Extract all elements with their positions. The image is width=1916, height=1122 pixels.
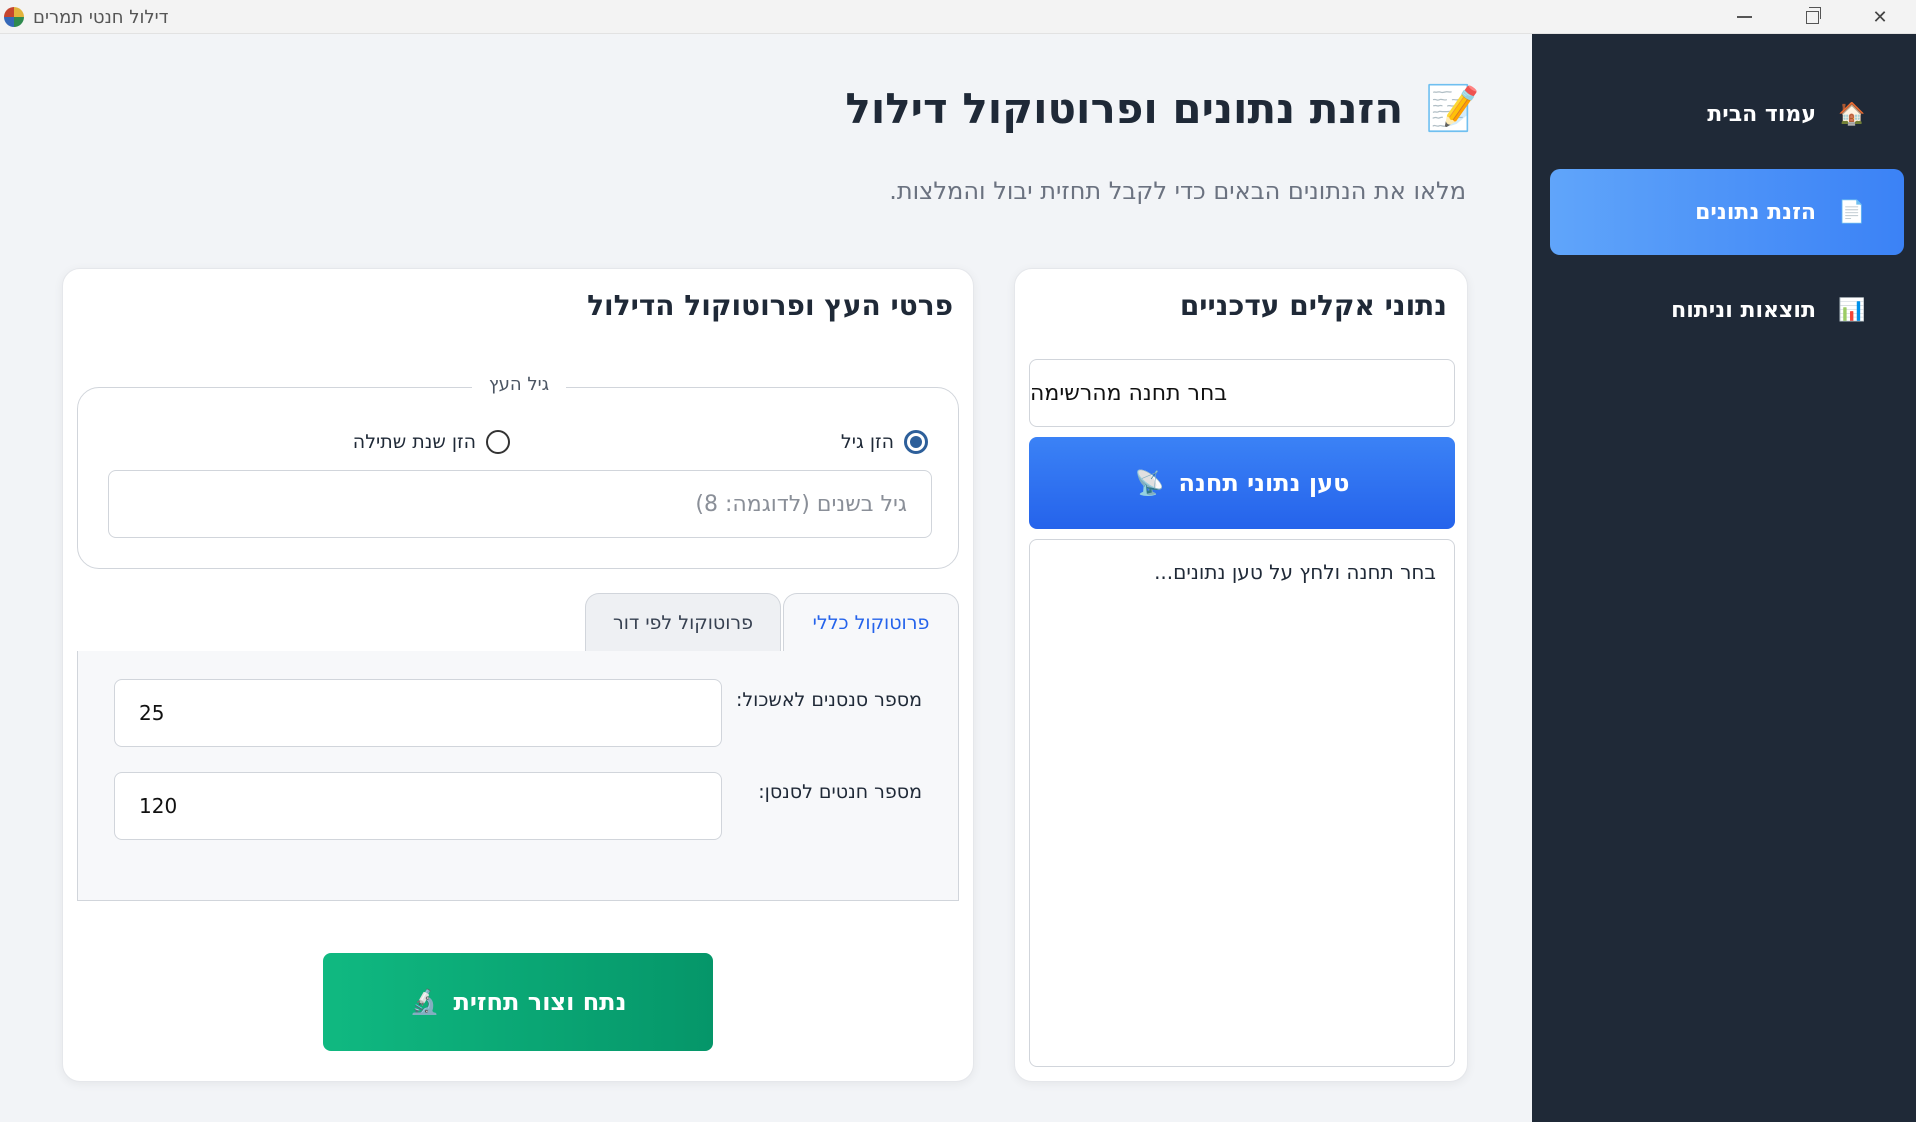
tab-label: פרוטוקול כללי xyxy=(812,611,930,634)
clusters-label: מספר סנסנים לאשכול: xyxy=(735,689,922,711)
microscope-icon: 🔬 xyxy=(409,988,440,1016)
analyze-button-label: נתח וצור תחזית xyxy=(453,988,627,1016)
house-icon: 🏠 xyxy=(1838,101,1866,127)
page-header: 📝 הזנת נתונים ופרוטוקול דילול xyxy=(845,82,1480,134)
radio-checked-icon xyxy=(904,430,928,454)
clusters-input[interactable] xyxy=(114,679,722,747)
load-button-label: טען נתוני תחנה xyxy=(1178,469,1350,497)
app-logo-icon xyxy=(4,7,24,27)
memo-icon: 📝 xyxy=(1425,83,1480,134)
climate-results-text: בחר תחנה ולחץ על טען נתונים... xyxy=(1154,560,1436,584)
tab-label: פרוטוקול לפי דור xyxy=(613,611,753,634)
maximize-button[interactable] xyxy=(1778,0,1846,34)
radio-label: הזן גיל xyxy=(840,431,894,453)
window-title: דילול חנטי תמרים xyxy=(33,7,169,28)
radio-enter-planting-year[interactable]: הזן שנת שתילה xyxy=(353,430,510,454)
tree-age-group: גיל העץ הזן גיל הזן שנת שתילה xyxy=(77,374,959,569)
restore-icon xyxy=(1805,6,1821,24)
tree-card: פרטי העץ ופרוטוקול הדילול גיל העץ הזן גי… xyxy=(62,268,974,1082)
page-title: הזנת נתונים ופרוטוקול דילול xyxy=(845,83,1404,133)
tree-age-legend: גיל העץ xyxy=(472,374,566,395)
bar-chart-icon: 📊 xyxy=(1838,297,1866,323)
satellite-icon: 📡 xyxy=(1134,469,1165,497)
sidebar-item-home[interactable]: עמוד הבית 🏠 xyxy=(1550,71,1904,157)
tree-card-title: פרטי העץ ופרוטוקול הדילול xyxy=(587,289,953,322)
minimize-icon xyxy=(1736,16,1752,18)
close-button[interactable]: ✕ xyxy=(1846,0,1914,34)
climate-card-title: נתוני אקלים עדכניים xyxy=(1179,289,1447,322)
radio-label: הזן שנת שתילה xyxy=(352,431,476,453)
sidebar-item-label: הזנת נתונים xyxy=(1695,199,1816,225)
tab-generation-protocol[interactable]: פרוטוקול לפי דור xyxy=(585,593,781,651)
fruits-input[interactable] xyxy=(114,772,722,840)
close-icon: ✕ xyxy=(1872,6,1888,28)
tab-general-protocol[interactable]: פרוטוקול כללי xyxy=(783,593,959,651)
tree-age-input[interactable] xyxy=(108,470,932,538)
radio-enter-age[interactable]: הזן גיל xyxy=(841,430,928,454)
minimize-button[interactable] xyxy=(1710,0,1778,34)
document-icon: 📄 xyxy=(1838,199,1866,225)
sidebar-item-label: עמוד הבית xyxy=(1707,101,1816,127)
fruits-label: מספר חנטים לסנסן: xyxy=(758,781,922,803)
sidebar-item-results[interactable]: תוצאות וניתוח 📊 xyxy=(1550,267,1904,353)
tab-panel-general: מספר סנסנים לאשכול: מספר חנטים לסנסן: xyxy=(77,651,959,901)
climate-card: נתוני אקלים עדכניים בחר תחנה מהרשימה טען… xyxy=(1014,268,1468,1082)
radio-unchecked-icon xyxy=(486,430,510,454)
analyze-button[interactable]: נתח וצור תחזית 🔬 xyxy=(323,953,713,1051)
sidebar-item-data-entry[interactable]: הזנת נתונים 📄 xyxy=(1550,169,1904,255)
title-bar: דילול חנטי תמרים ✕ xyxy=(0,0,1916,34)
load-station-button[interactable]: טען נתוני תחנה 📡 xyxy=(1029,437,1455,529)
sidebar-item-label: תוצאות וניתוח xyxy=(1671,297,1816,323)
sidebar: עמוד הבית 🏠 הזנת נתונים 📄 תוצאות וניתוח … xyxy=(1532,34,1916,1122)
station-select[interactable]: בחר תחנה מהרשימה xyxy=(1029,359,1455,427)
page-subtitle: מלאו את הנתונים הבאים כדי לקבל תחזית יבו… xyxy=(889,177,1466,205)
climate-results-box[interactable]: בחר תחנה ולחץ על טען נתונים... xyxy=(1029,539,1455,1067)
